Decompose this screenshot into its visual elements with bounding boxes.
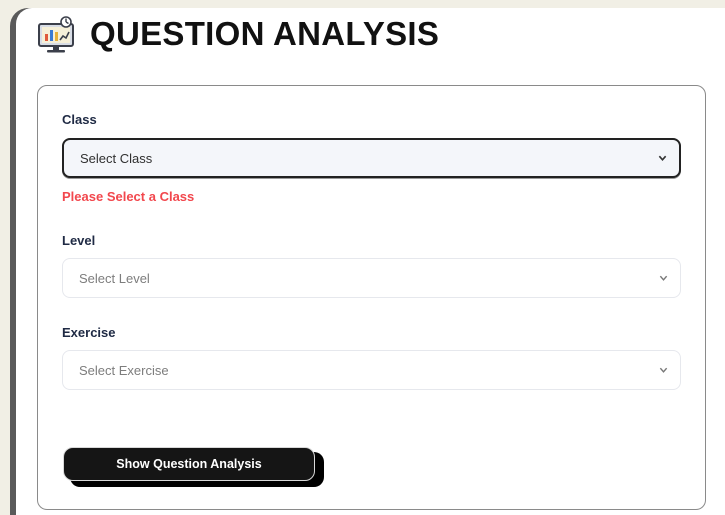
page-header: QUESTION ANALYSIS	[36, 14, 439, 54]
analysis-form: Class Select Class Please Select a Class…	[37, 85, 706, 510]
chevron-down-icon	[658, 155, 667, 162]
level-select[interactable]: Select Level	[62, 258, 681, 298]
chevron-down-icon	[659, 275, 668, 281]
exercise-select[interactable]: Select Exercise	[62, 350, 681, 390]
class-select-value: Select Class	[80, 150, 153, 166]
exercise-select-value: Select Exercise	[79, 362, 169, 378]
level-label: Level	[62, 233, 96, 248]
class-select[interactable]: Select Class	[62, 138, 681, 178]
chevron-down-icon	[659, 367, 668, 373]
class-error-message: Please Select a Class	[62, 189, 195, 204]
level-select-value: Select Level	[79, 270, 150, 286]
analytics-monitor-icon	[38, 16, 74, 53]
class-label: Class	[62, 112, 97, 127]
show-question-analysis-button[interactable]: Show Question Analysis	[63, 447, 315, 481]
exercise-label: Exercise	[62, 325, 116, 340]
page-title: QUESTION ANALYSIS	[90, 15, 440, 52]
